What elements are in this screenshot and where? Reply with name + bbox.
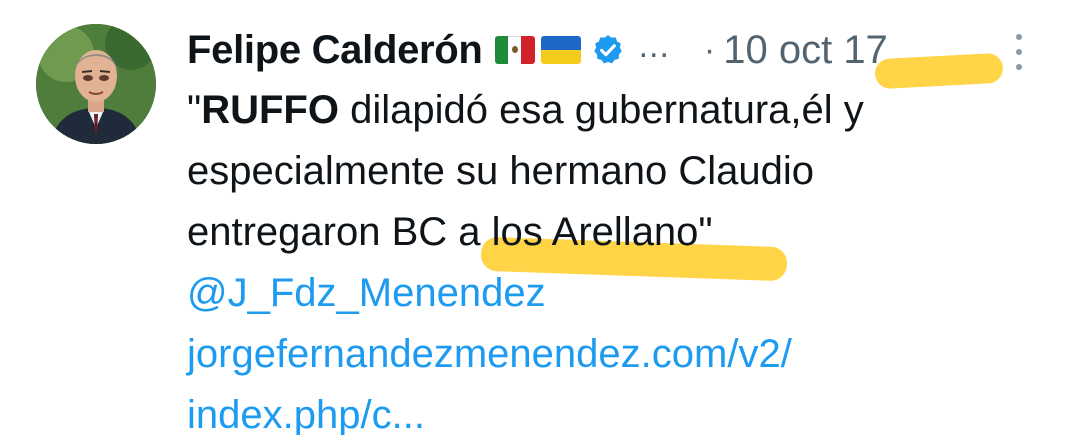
verified-badge-icon	[593, 35, 622, 64]
more-vertical-icon[interactable]	[1011, 34, 1027, 70]
author-name[interactable]: Felipe Calderón	[187, 28, 483, 73]
tweet-header: Felipe Calderón ... · 10 oct 17	[187, 24, 888, 76]
tweet-date[interactable]: 10 oct 17	[723, 28, 888, 73]
handle-ellipsis: ...	[638, 26, 670, 65]
tweet-line-3: entregaron BC a los Arellano"	[187, 210, 713, 254]
line-1-rest: dilapidó esa gubernatura,él y	[338, 88, 864, 132]
url-link-line-2[interactable]: index.php/c...	[187, 385, 1047, 435]
bold-name: RUFFO	[201, 88, 339, 132]
avatar[interactable]	[36, 24, 156, 144]
mexico-flag-icon	[494, 36, 535, 64]
tweet-line-1: "RUFFO dilapidó esa gubernatura,él y	[187, 80, 1047, 141]
url-link-line-1[interactable]: jorgefernandezmenendez.com/v2/	[187, 324, 1047, 385]
avatar-image	[36, 24, 156, 144]
separator-dot: ·	[703, 30, 716, 69]
mention-link[interactable]: @J_Fdz_Menendez	[187, 263, 1047, 324]
tweet[interactable]: Felipe Calderón ... · 10 oct 17 "RUFFO d…	[0, 0, 1080, 435]
open-quote: "	[187, 88, 202, 132]
tweet-line-2: especialmente su hermano Claudio	[187, 149, 815, 193]
tweet-text: "RUFFO dilapidó esa gubernatura,él y esp…	[187, 80, 1047, 435]
ukraine-flag-icon	[540, 36, 581, 64]
